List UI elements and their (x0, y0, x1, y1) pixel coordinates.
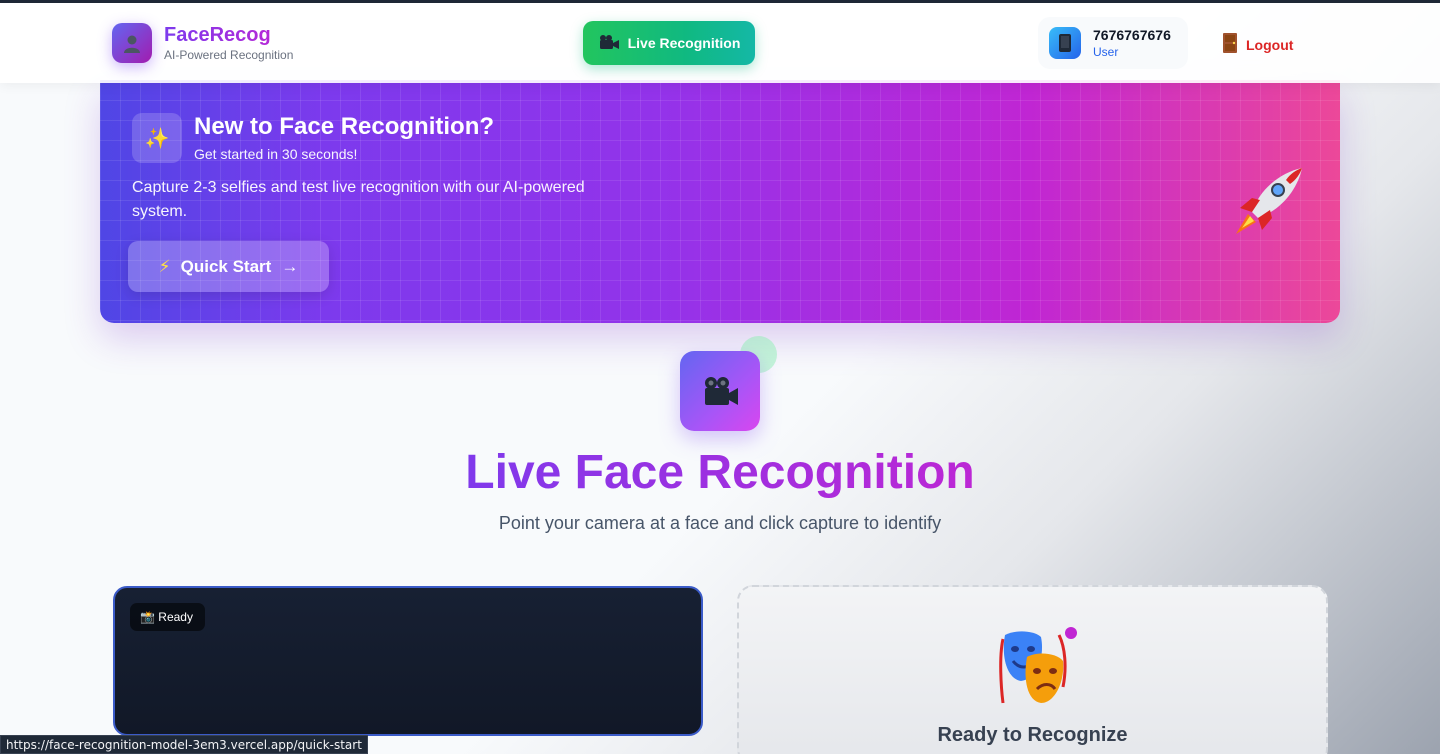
movie-camera-icon (680, 351, 760, 431)
logout-label: Logout (1246, 36, 1294, 53)
lightning-icon: ⚡ (158, 256, 171, 276)
link-preview-status-bar: https://face-recognition-model-3em3.verc… (0, 735, 368, 754)
performing-arts-masks-icon (997, 627, 1071, 707)
user-profile-chip[interactable]: 7676767676 User (1038, 17, 1188, 69)
logout-button[interactable]: Logout (1222, 32, 1293, 57)
page-title: Live Face Recognition (0, 444, 1440, 502)
brand-name: FaceRecog (164, 23, 293, 47)
live-recognition-label: Live Recognition (627, 35, 741, 51)
mobile-phone-icon (1049, 27, 1081, 59)
onboarding-banner: ✨ New to Face Recognition? Get started i… (100, 80, 1340, 323)
recognition-result-panel: Ready to Recognize (737, 585, 1328, 754)
banner-subtitle: Get started in 30 seconds! (194, 146, 358, 162)
brand-tagline: AI-Powered Recognition (164, 48, 294, 62)
rocket-icon (1230, 164, 1310, 236)
user-phone-number: 7676767676 (1093, 27, 1171, 43)
quick-start-button[interactable]: ⚡ Quick Start → (128, 241, 329, 292)
page-subtitle: Point your camera at a face and click ca… (498, 513, 942, 533)
brand[interactable]: FaceRecog AI-Powered Recognition (112, 23, 293, 63)
indicator-dot (1065, 627, 1077, 639)
banner-description: Capture 2-3 selfies and test live recogn… (132, 179, 585, 220)
sparkles-icon: ✨ (132, 113, 182, 163)
arrow-right-icon: → (281, 256, 299, 276)
user-role: User (1093, 45, 1119, 59)
movie-camera-icon (598, 34, 620, 53)
live-recognition-button[interactable]: Live Recognition (583, 21, 755, 65)
quick-start-label: Quick Start (180, 256, 272, 276)
result-title: Ready to Recognize (937, 724, 1128, 746)
camera-preview[interactable]: 📸 Ready (113, 586, 703, 736)
door-icon (1222, 32, 1238, 57)
top-navbar: FaceRecog AI-Powered Recognition Live Re… (0, 3, 1440, 83)
camera-status-badge: 📸 Ready (130, 603, 205, 631)
person-silhouette-icon (112, 23, 152, 63)
banner-title: New to Face Recognition? (194, 113, 495, 140)
